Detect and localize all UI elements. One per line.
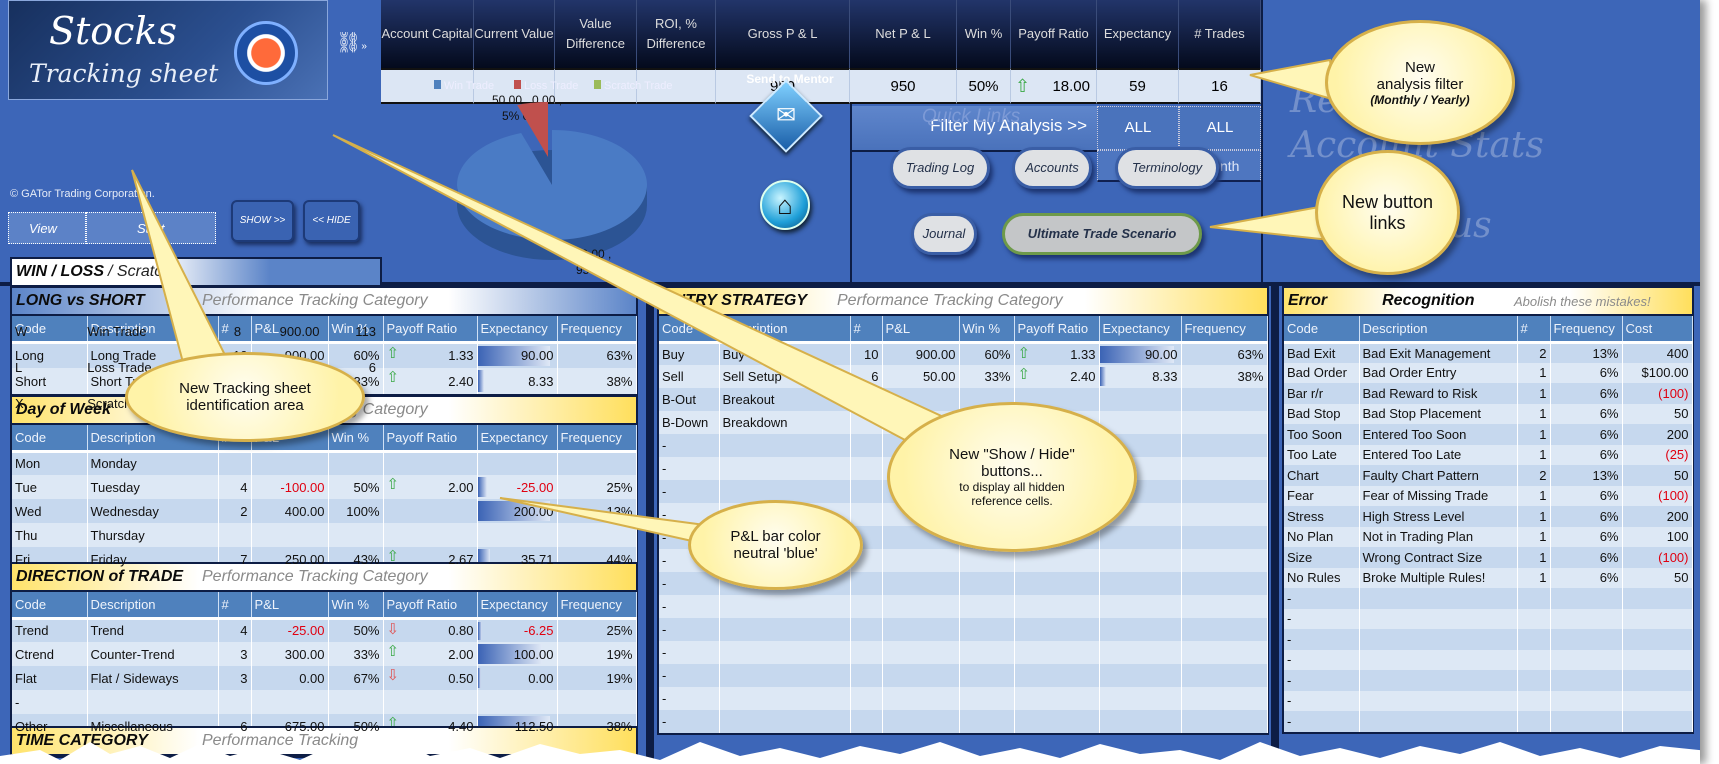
callout-pointer [131,169,232,372]
callout-text: links [1369,212,1406,233]
callout-pointer [499,497,712,547]
callout-filter: New analysis filter (Monthly / Yearly) [1325,20,1515,145]
callout-buttons: New button links [1315,150,1460,275]
callout-text: neutral 'blue' [733,545,818,562]
callout-text: New [1404,58,1435,76]
callout-identification: New Tracking sheet identification area [125,352,365,442]
torn-edge-shape [0,740,1700,764]
callout-text: New "Show / Hide" [949,446,1075,463]
callout-pointer [1209,203,1331,242]
callout-text: identification area [186,397,304,414]
callout-text: New button [1341,191,1434,212]
callout-text: to display all hidden [959,480,1065,494]
spreadsheet: Stocks Tracking sheet ⛓» © GATor Trading… [0,0,1700,764]
torn-edge [0,740,1700,764]
callout-text: (Monthly / Yearly) [1370,92,1470,107]
callout-text: buttons... [981,463,1043,480]
callout-text: New Tracking sheet [179,380,311,397]
callout-show-hide: New "Show / Hide" buttons... to display … [887,402,1137,552]
callout-pointer [332,134,953,442]
callout-text: reference cells. [971,494,1053,508]
callout-text: analysis filter [1376,75,1464,93]
callout-bar-color: P&L bar color neutral 'blue' [688,500,863,590]
callout-pointer [1249,58,1337,102]
callout-text: P&L bar color [730,528,821,545]
